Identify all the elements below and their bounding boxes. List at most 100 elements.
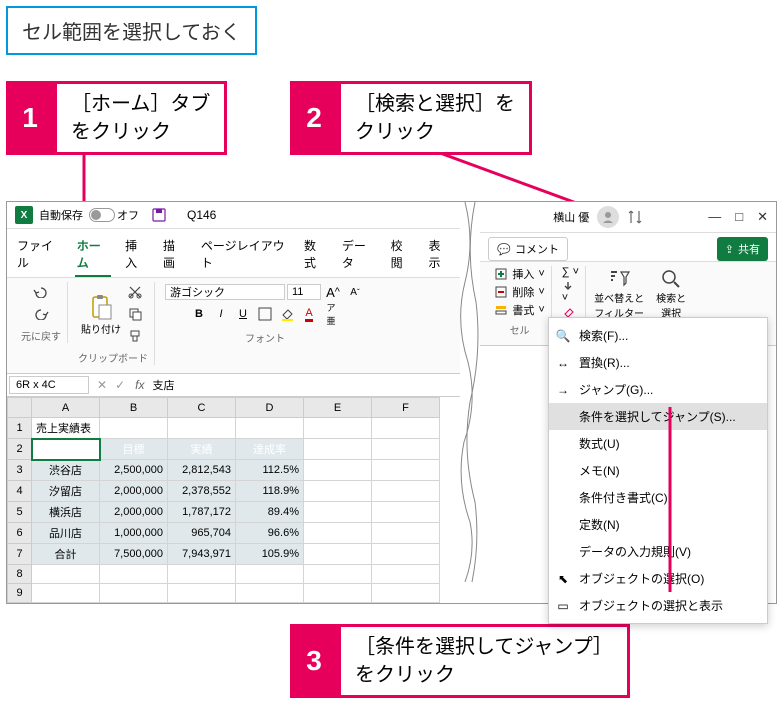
col-header-E[interactable]: E [304, 398, 372, 418]
cut-button[interactable] [125, 282, 145, 302]
fill-button[interactable]: ˅ [562, 280, 579, 304]
cell-A2[interactable]: 支店 [32, 439, 100, 460]
delete-icon [494, 285, 508, 299]
tab-data[interactable]: データ [340, 233, 377, 277]
tab-file[interactable]: ファイル [15, 233, 63, 277]
bold-button[interactable]: B [189, 304, 209, 324]
row-header-2[interactable]: 2 [8, 439, 32, 460]
cell-A4[interactable]: 汐留店 [32, 481, 100, 502]
cell-C2[interactable]: 実績 [168, 439, 236, 460]
torn-gap [460, 202, 480, 603]
pane-icon: ▭ [555, 599, 571, 613]
row-header-8[interactable]: 8 [8, 565, 32, 584]
formula-input[interactable] [150, 377, 458, 393]
redo-button[interactable] [31, 304, 51, 324]
cell-D3[interactable]: 112.5% [236, 460, 304, 481]
delete-cells-button[interactable]: 削除 ˅ [494, 284, 544, 300]
close-button[interactable]: ✕ [757, 209, 768, 225]
callout-3-text: ［条件を選択してジャンプ］をクリック [338, 624, 630, 698]
user-avatar-icon[interactable] [597, 206, 619, 228]
col-header-C[interactable]: C [168, 398, 236, 418]
cell-B2[interactable]: 目標 [100, 439, 168, 460]
col-header-D[interactable]: D [236, 398, 304, 418]
find-select-button[interactable]: 検索と 選択 [652, 266, 690, 322]
tab-view[interactable]: 表示 [427, 233, 453, 277]
row-header-9[interactable]: 9 [8, 584, 32, 603]
cell-C5[interactable]: 1,787,172 [168, 502, 236, 523]
comment-icon: 💬 [497, 243, 511, 256]
share-icon: ⇪ [725, 243, 734, 256]
format-cells-button[interactable]: 書式 ˅ [494, 302, 544, 318]
row-header-4[interactable]: 4 [8, 481, 32, 502]
cell-A3[interactable]: 渋谷店 [32, 460, 100, 481]
font-size-select[interactable] [287, 284, 321, 300]
italic-button[interactable]: I [211, 304, 231, 324]
menu-replace[interactable]: ↔置換(R)... [549, 349, 767, 376]
maximize-button[interactable]: □ [735, 209, 743, 225]
col-header-B[interactable]: B [100, 398, 168, 418]
row-header-6[interactable]: 6 [8, 523, 32, 544]
tab-formulas[interactable]: 数式 [302, 233, 328, 277]
cell-C4[interactable]: 2,378,552 [168, 481, 236, 502]
tab-layout[interactable]: ページレイアウト [199, 233, 290, 277]
cell-B5[interactable]: 2,000,000 [100, 502, 168, 523]
autosum-button[interactable]: ∑ ˅ [562, 266, 579, 278]
cell-A7[interactable]: 合計 [32, 544, 100, 565]
mode-switch-icon[interactable] [627, 209, 643, 225]
row-header-1[interactable]: 1 [8, 418, 32, 439]
decrease-font-icon[interactable]: Aˇ [345, 282, 365, 302]
cell-A6[interactable]: 品川店 [32, 523, 100, 544]
tab-review[interactable]: 校閲 [389, 233, 415, 277]
save-icon[interactable] [151, 207, 167, 223]
cell-A1[interactable]: 売上実績表 [32, 418, 100, 439]
cell-C3[interactable]: 2,812,543 [168, 460, 236, 481]
cancel-icon[interactable]: ✕ [97, 378, 107, 392]
enter-icon[interactable]: ✓ [115, 378, 125, 392]
cell-B3[interactable]: 2,500,000 [100, 460, 168, 481]
undo-label: 元に戻す [21, 328, 61, 343]
col-header-F[interactable]: F [372, 398, 440, 418]
cell-A5[interactable]: 横浜店 [32, 502, 100, 523]
select-all-corner[interactable] [8, 398, 32, 418]
spreadsheet-grid[interactable]: A B C D E F 1売上実績表 2 支店 目標 実績 達成率 3 渋谷店 [7, 397, 440, 603]
format-painter-button[interactable] [125, 326, 145, 346]
increase-font-icon[interactable]: A^ [323, 282, 343, 302]
undo-button[interactable] [31, 282, 51, 302]
cell-C6[interactable]: 965,704 [168, 523, 236, 544]
cell-D6[interactable]: 96.6% [236, 523, 304, 544]
phonetic-button[interactable]: ア亜 [321, 304, 341, 324]
autosave-toggle[interactable] [89, 208, 115, 222]
paste-button[interactable]: 貼り付け [81, 293, 121, 336]
cell-D2[interactable]: 達成率 [236, 439, 304, 460]
fx-icon[interactable]: fx [135, 378, 144, 392]
col-header-A[interactable]: A [32, 398, 100, 418]
cell-D7[interactable]: 105.9% [236, 544, 304, 565]
comments-button[interactable]: 💬コメント [488, 237, 568, 261]
fill-color-button[interactable] [277, 304, 297, 324]
share-button[interactable]: ⇪共有 [717, 237, 768, 261]
cell-B4[interactable]: 2,000,000 [100, 481, 168, 502]
row-header-7[interactable]: 7 [8, 544, 32, 565]
border-button[interactable] [255, 304, 275, 324]
callout-1-num: 1 [6, 81, 54, 155]
tab-home[interactable]: ホーム [75, 233, 111, 277]
copy-button[interactable] [125, 304, 145, 324]
sort-filter-button[interactable]: 並べ替えと フィルター [590, 266, 648, 322]
underline-button[interactable]: U [233, 304, 253, 324]
cell-C7[interactable]: 7,943,971 [168, 544, 236, 565]
minimize-button[interactable]: — [708, 209, 721, 225]
cell-D4[interactable]: 118.9% [236, 481, 304, 502]
cell-B6[interactable]: 1,000,000 [100, 523, 168, 544]
row-header-5[interactable]: 5 [8, 502, 32, 523]
tab-insert[interactable]: 挿入 [123, 233, 149, 277]
menu-goto[interactable]: →ジャンプ(G)... [549, 376, 767, 403]
insert-cells-button[interactable]: 挿入 ˅ [494, 266, 544, 282]
font-color-button[interactable]: A [299, 304, 319, 324]
tab-draw[interactable]: 描画 [161, 233, 187, 277]
row-header-3[interactable]: 3 [8, 460, 32, 481]
name-box[interactable] [9, 376, 89, 394]
font-name-select[interactable] [165, 284, 285, 300]
cell-D5[interactable]: 89.4% [236, 502, 304, 523]
menu-find[interactable]: 🔍検索(F)... [549, 322, 767, 349]
cell-B7[interactable]: 7,500,000 [100, 544, 168, 565]
